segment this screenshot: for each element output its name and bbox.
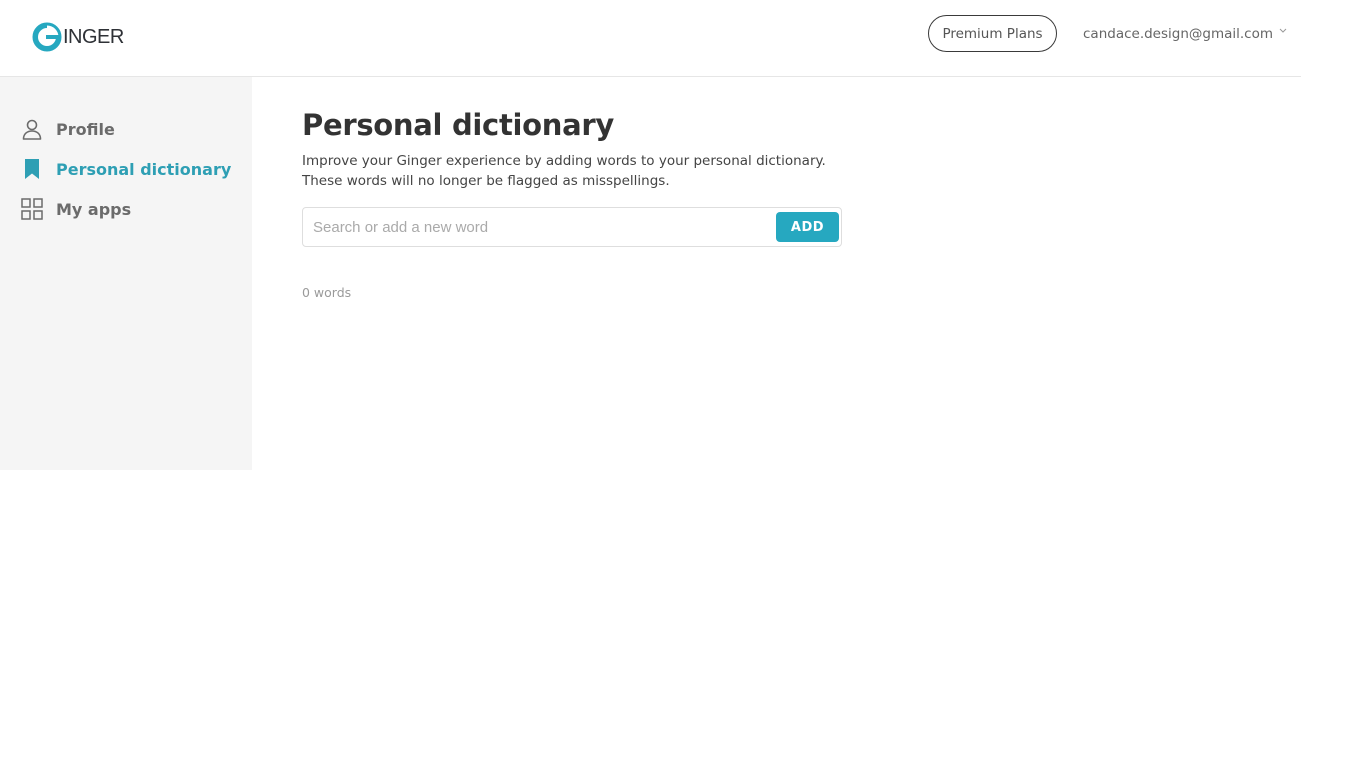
page-description-line-2: These words will no longer be flagged as… bbox=[302, 173, 670, 189]
word-count: 0 words bbox=[302, 285, 352, 300]
bookmark-icon bbox=[20, 157, 44, 181]
word-search-input[interactable] bbox=[313, 216, 768, 238]
chevron-down-icon bbox=[1279, 28, 1287, 33]
sidebar-item-profile[interactable]: Profile bbox=[20, 116, 115, 142]
ginger-logo[interactable]: INGER bbox=[32, 22, 124, 52]
account-menu[interactable]: candace.design@gmail.com bbox=[1083, 24, 1287, 44]
ginger-logo-mark-icon bbox=[32, 22, 62, 52]
person-icon bbox=[20, 117, 44, 141]
page-title: Personal dictionary bbox=[302, 108, 614, 142]
sidebar-item-my-apps[interactable]: My apps bbox=[20, 196, 131, 222]
sidebar-item-label: Personal dictionary bbox=[56, 159, 232, 179]
page-description-line-1: Improve your Ginger experience by adding… bbox=[302, 153, 826, 169]
sidebar-item-personal-dictionary[interactable]: Personal dictionary bbox=[20, 156, 231, 182]
add-word-button[interactable]: ADD bbox=[776, 212, 839, 242]
account-email: candace.design@gmail.com bbox=[1083, 26, 1274, 42]
logo-wordmark: INGER bbox=[63, 26, 124, 48]
word-search-box: ADD bbox=[302, 207, 842, 247]
premium-plans-button[interactable]: Premium Plans bbox=[928, 15, 1057, 52]
sidebar-item-label: My apps bbox=[56, 199, 132, 219]
sidebar-item-label: Profile bbox=[56, 119, 115, 139]
sidebar: Profile Personal dictionary My apps bbox=[0, 77, 252, 470]
top-header: INGER Premium Plans candace.design@gmail… bbox=[0, 0, 1301, 77]
apps-grid-icon bbox=[20, 197, 44, 221]
